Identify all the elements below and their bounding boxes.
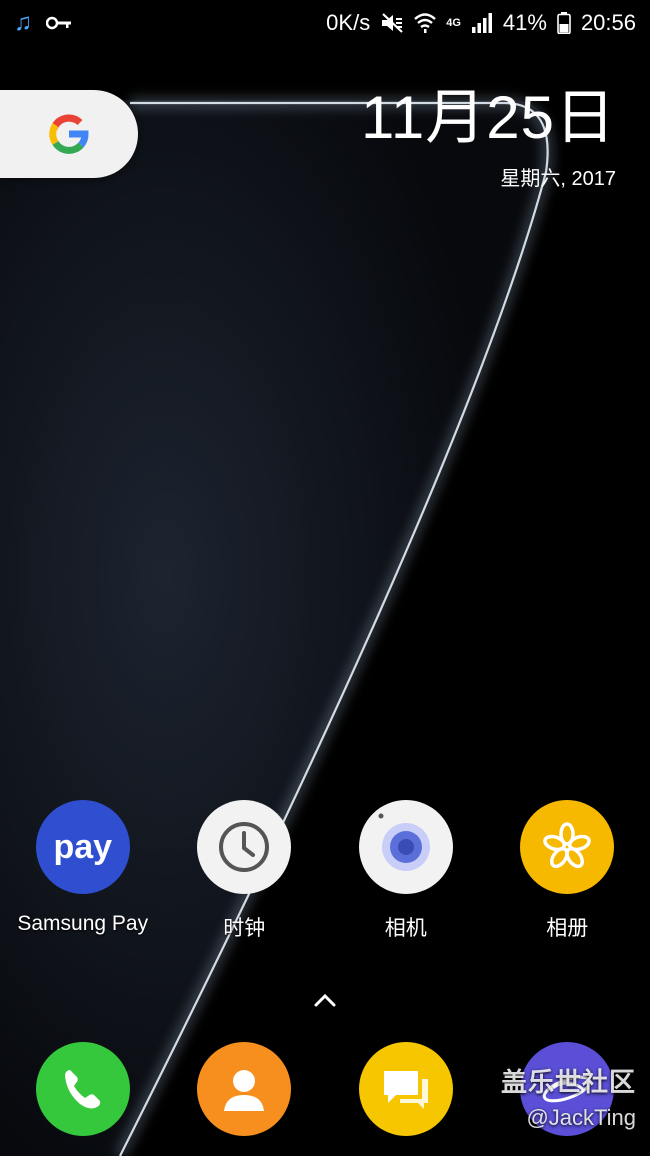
samsung-pay-icon-text: pay (53, 827, 113, 866)
app-samsung-pay[interactable]: pay Samsung Pay (3, 800, 163, 942)
wifi-icon (414, 13, 437, 33)
app-label: 时钟 (223, 917, 266, 940)
battery-percent: 41% (502, 10, 547, 35)
app-label: Samsung Pay (17, 912, 149, 935)
dock-phone[interactable] (3, 1042, 163, 1136)
watermark: 盖乐世社区 @JackTing (501, 1062, 636, 1131)
network-type: 4G (446, 17, 461, 29)
google-search-widget[interactable] (0, 90, 138, 178)
watermark-author: @JackTing (526, 1105, 636, 1130)
app-gallery[interactable]: 相册 (487, 800, 647, 942)
clock-date: 11月25日 (360, 84, 616, 151)
samsung-pay-icon: pay (35, 800, 130, 894)
signal-icon (471, 13, 492, 33)
app-clock[interactable]: 时钟 (164, 800, 324, 942)
gallery-icon (520, 800, 615, 894)
app-camera[interactable]: 相机 (326, 800, 486, 942)
clock-icon (197, 800, 292, 894)
net-speed: 0K/s (326, 10, 371, 35)
app-label: 相册 (546, 917, 589, 940)
google-icon (49, 114, 89, 154)
contacts-icon (197, 1042, 292, 1136)
key-icon (46, 16, 71, 30)
phone-icon (35, 1042, 130, 1136)
clock-widget[interactable]: 11月25日 星期六, 2017 (361, 88, 616, 191)
app-drawer-chevron-icon[interactable] (311, 990, 339, 1010)
mute-icon (382, 13, 403, 33)
watermark-title: 盖乐世社区 (500, 1067, 636, 1097)
dock-contacts[interactable] (164, 1042, 324, 1136)
status-time: 20:56 (580, 10, 636, 35)
camera-icon (358, 800, 453, 894)
app-label: 相机 (384, 917, 427, 940)
music-icon: ♫ (14, 9, 32, 36)
clock-weekday: 星期六, 2017 (500, 168, 616, 190)
battery-icon (557, 12, 571, 34)
status-bar: ♫ 0K/s 4G 41% 20:56 (0, 0, 650, 46)
home-apps-row: pay Samsung Pay 时钟 相机 相册 (0, 800, 650, 942)
messages-icon (358, 1042, 453, 1136)
dock-messages[interactable] (326, 1042, 486, 1136)
